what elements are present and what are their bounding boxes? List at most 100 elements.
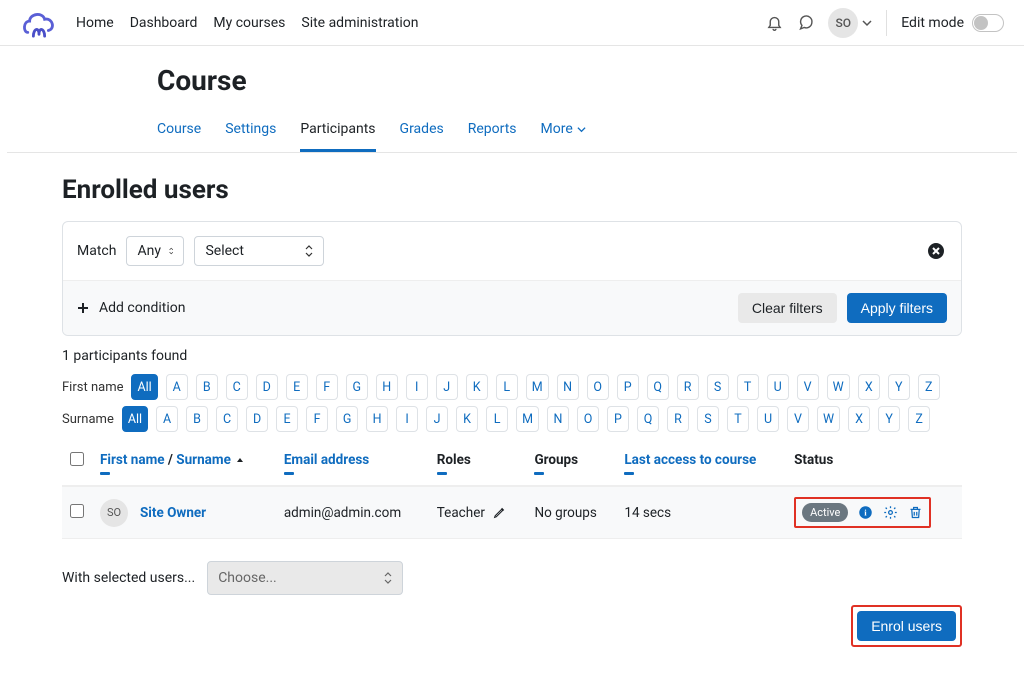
alpha-letter-W[interactable]: W — [817, 406, 840, 432]
alpha-letter-Q[interactable]: Q — [647, 374, 669, 400]
alpha-letter-F[interactable]: F — [306, 406, 328, 432]
alpha-letter-C[interactable]: C — [226, 374, 248, 400]
filter-type-select[interactable]: Select — [194, 236, 324, 266]
gear-icon[interactable] — [883, 505, 898, 520]
col-email: Email address — [276, 442, 429, 486]
alpha-letter-O[interactable]: O — [587, 374, 609, 400]
alpha-letter-A[interactable]: A — [166, 374, 188, 400]
enrol-users-button[interactable]: Enrol users — [857, 611, 956, 641]
alpha-letter-M[interactable]: M — [516, 406, 539, 432]
nav-mycourses[interactable]: My courses — [213, 15, 285, 31]
bulk-action-select[interactable]: Choose... — [207, 561, 403, 595]
alpha-letter-E[interactable]: E — [276, 406, 298, 432]
sort-firstname[interactable]: First name — [100, 452, 165, 468]
alpha-letter-X[interactable]: X — [848, 406, 870, 432]
nav-siteadmin[interactable]: Site administration — [301, 15, 418, 31]
collapse-icon[interactable] — [284, 472, 294, 475]
remove-filter-icon[interactable] — [927, 242, 945, 260]
apply-filters-button[interactable]: Apply filters — [847, 293, 947, 323]
alpha-letter-H[interactable]: H — [376, 374, 398, 400]
alpha-letter-S[interactable]: S — [707, 374, 729, 400]
tab-settings[interactable]: Settings — [225, 111, 276, 152]
select-all-checkbox[interactable] — [70, 452, 84, 466]
avatar: SO — [100, 499, 128, 527]
alpha-letter-T[interactable]: T — [727, 406, 749, 432]
collapse-icon[interactable] — [437, 472, 447, 475]
info-icon[interactable]: i — [858, 505, 873, 520]
enrol-highlight: Enrol users — [851, 605, 962, 647]
alpha-all[interactable]: All — [131, 374, 157, 400]
nav-home[interactable]: Home — [76, 15, 114, 31]
alpha-letter-W[interactable]: W — [827, 374, 850, 400]
match-any-select[interactable]: Any — [126, 236, 184, 266]
main-content: Enrolled users Match Any Select Add cond… — [7, 175, 1017, 687]
nav-dashboard[interactable]: Dashboard — [130, 15, 198, 31]
tab-course[interactable]: Course — [157, 111, 201, 152]
alpha-letter-N[interactable]: N — [557, 374, 579, 400]
user-menu[interactable]: SO — [828, 8, 872, 38]
collapse-icon[interactable] — [100, 472, 110, 475]
alpha-letter-O[interactable]: O — [577, 406, 599, 432]
alpha-letter-K[interactable]: K — [466, 374, 488, 400]
alpha-letter-G[interactable]: G — [336, 406, 358, 432]
alpha-letter-F[interactable]: F — [316, 374, 338, 400]
edit-mode: Edit mode — [901, 14, 1004, 32]
add-condition-button[interactable]: Add condition — [77, 300, 185, 316]
alpha-all[interactable]: All — [122, 406, 148, 432]
user-cell: SO Site Owner — [100, 499, 268, 527]
alpha-letter-E[interactable]: E — [286, 374, 308, 400]
alpha-letter-Z[interactable]: Z — [908, 406, 930, 432]
alpha-letter-B[interactable]: B — [196, 374, 218, 400]
alpha-letter-N[interactable]: N — [547, 406, 569, 432]
alpha-letter-J[interactable]: J — [436, 374, 458, 400]
alpha-letter-M[interactable]: M — [526, 374, 549, 400]
sort-email[interactable]: Email address — [284, 452, 369, 468]
plus-icon — [77, 302, 89, 314]
alpha-letter-G[interactable]: G — [346, 374, 368, 400]
alpha-letter-R[interactable]: R — [667, 406, 689, 432]
alpha-letter-L[interactable]: L — [496, 374, 518, 400]
alpha-letter-U[interactable]: U — [757, 406, 779, 432]
tab-grades[interactable]: Grades — [400, 111, 444, 152]
alpha-letter-D[interactable]: D — [246, 406, 268, 432]
alpha-letter-C[interactable]: C — [216, 406, 238, 432]
user-name-link[interactable]: Site Owner — [140, 505, 206, 521]
collapse-icon[interactable] — [624, 472, 634, 475]
trash-icon[interactable] — [908, 505, 923, 520]
alpha-letter-L[interactable]: L — [486, 406, 508, 432]
alpha-letter-P[interactable]: P — [617, 374, 639, 400]
alpha-letter-X[interactable]: X — [858, 374, 880, 400]
alpha-letter-H[interactable]: H — [366, 406, 388, 432]
alpha-letter-J[interactable]: J — [426, 406, 448, 432]
bell-icon[interactable] — [766, 14, 783, 31]
alpha-letter-A[interactable]: A — [156, 406, 178, 432]
alpha-letter-D[interactable]: D — [256, 374, 278, 400]
alpha-letter-B[interactable]: B — [186, 406, 208, 432]
alpha-letter-K[interactable]: K — [456, 406, 478, 432]
alpha-letter-I[interactable]: I — [396, 406, 418, 432]
alpha-letter-V[interactable]: V — [787, 406, 809, 432]
clear-filters-button[interactable]: Clear filters — [738, 293, 837, 323]
collapse-icon[interactable] — [534, 472, 544, 475]
tab-reports[interactable]: Reports — [468, 111, 517, 152]
tab-more[interactable]: More — [541, 111, 586, 152]
alpha-letter-Z[interactable]: Z — [918, 374, 940, 400]
alpha-letter-P[interactable]: P — [607, 406, 629, 432]
alpha-letter-S[interactable]: S — [697, 406, 719, 432]
site-logo[interactable] — [20, 8, 58, 38]
alpha-letter-I[interactable]: I — [406, 374, 428, 400]
alpha-letter-R[interactable]: R — [677, 374, 699, 400]
sort-lastaccess[interactable]: Last access to course — [624, 452, 756, 468]
alpha-letter-V[interactable]: V — [797, 374, 819, 400]
row-checkbox[interactable] — [70, 504, 84, 518]
alpha-letter-Y[interactable]: Y — [888, 374, 910, 400]
alpha-letter-U[interactable]: U — [767, 374, 789, 400]
alpha-letter-Q[interactable]: Q — [637, 406, 659, 432]
alpha-letter-T[interactable]: T — [737, 374, 759, 400]
message-icon[interactable] — [797, 14, 814, 31]
alpha-letter-Y[interactable]: Y — [878, 406, 900, 432]
sort-surname[interactable]: Surname — [176, 452, 231, 468]
pencil-icon[interactable] — [493, 506, 506, 519]
edit-mode-toggle[interactable] — [972, 14, 1004, 32]
tab-participants[interactable]: Participants — [300, 111, 375, 152]
